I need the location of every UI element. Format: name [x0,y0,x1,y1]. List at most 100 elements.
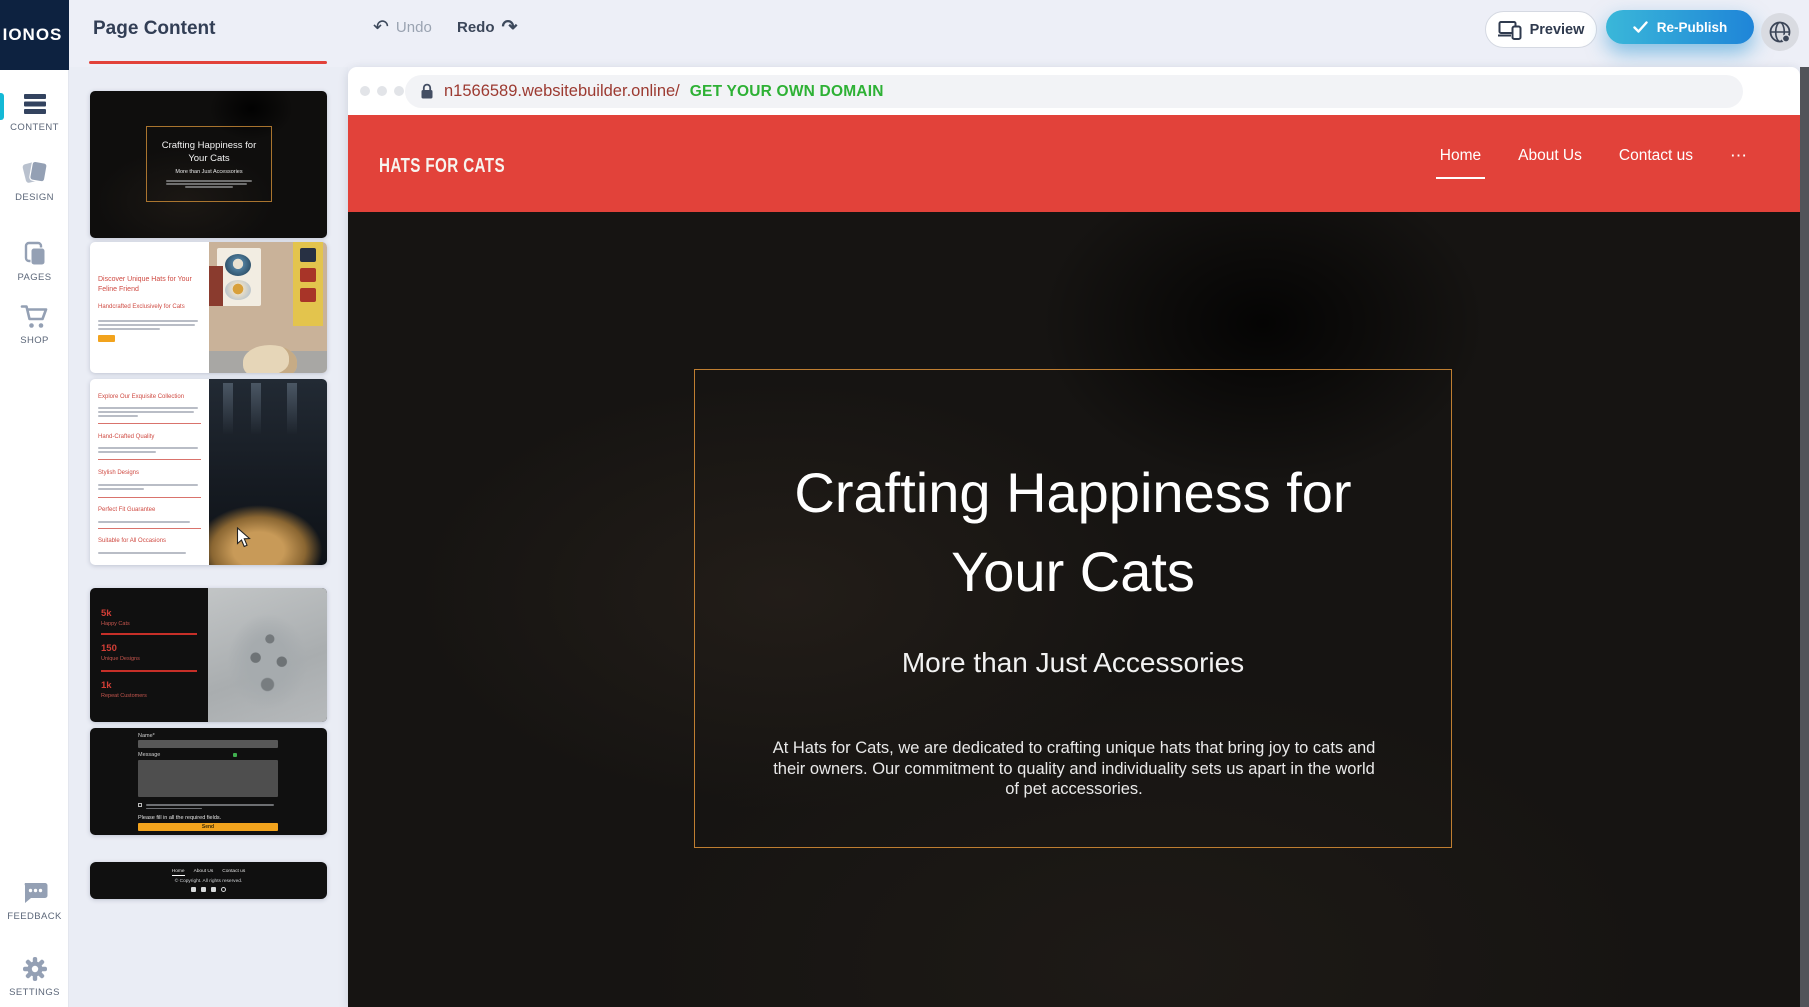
sidebar-item-feedback[interactable]: FEEDBACK [0,879,69,922]
footer-thumb-nav: Home About Us Contact us [90,869,327,874]
hero-thumb-title: Crafting Happiness for Your Cats [162,139,257,165]
preview-label: Preview [1530,22,1585,38]
form-consent-text-lines [146,802,274,811]
redo-icon: ↷ [502,18,518,37]
content-icon [21,90,49,118]
stat-label: Happy Cats [101,621,130,627]
preview-button[interactable]: Preview [1485,11,1597,48]
form-required-note: Please fill in all the required fields. [138,815,221,821]
sidebar-item-label: CONTENT [0,122,69,133]
gear-icon [21,955,49,983]
sidebar-item-pages[interactable]: PAGES [0,240,69,283]
website-builder-app: IONOS CONTENT DESIGN PAGES [0,0,1809,1007]
stat-value: 5k [101,608,112,619]
site-logo[interactable]: HATS FOR CATS [379,155,505,178]
site-header: HATS FOR CATS Home About Us Contact us ⋯ [348,115,1800,212]
feature-thumb-button [98,335,115,342]
photo-bowl [225,254,251,276]
form-name-label: Name* [138,733,155,739]
section-thumb-footer[interactable]: Home About Us Contact us © Copyright. Al… [90,862,327,899]
photo-sign [293,242,323,326]
page-content-panel: Page Content Crafting Happiness for Your… [69,0,348,1007]
hero-selected-block[interactable]: Crafting Happiness for Your Cats More th… [694,369,1452,848]
sidebar-item-design[interactable]: DESIGN [0,156,69,203]
section-thumb-stats[interactable]: 5k Happy Cats 150 Unique Designs 1k Repe… [90,588,327,722]
text-lines [98,519,198,525]
republish-button[interactable]: Re-Publish [1606,10,1754,44]
browser-chrome-bar: n1566589.websitebuilder.online/ GET YOUR… [348,67,1800,115]
section-thumb-feature[interactable]: Discover Unique Hats for Your Feline Fri… [90,242,327,373]
stat-value: 150 [101,643,117,654]
sidebar-item-label: SETTINGS [0,987,69,998]
form-thumb-content: Name* Message Please fill in all the req… [138,728,278,835]
language-globe-button[interactable] [1761,13,1799,51]
hero-body-text: At Hats for Cats, we are dedicated to cr… [765,738,1383,800]
sidebar-item-label: SHOP [0,335,69,346]
emoji-icon [233,753,237,757]
hero-title: Crafting Happiness for Your Cats [695,453,1451,611]
pawprint-photo [208,588,327,722]
collection-heading: Hand-Crafted Quality [98,434,204,440]
footer-thumb-social-icons [90,887,327,892]
divider [98,423,201,424]
collection-heading: Explore Our Exquisite Collection [98,394,204,400]
design-icon [20,156,50,188]
cart-icon [20,303,50,331]
nav-contact[interactable]: Contact us [1619,147,1693,165]
sidebar-item-label: DESIGN [0,192,69,203]
photo-reflection [287,383,297,435]
collection-heading: Stylish Designs [98,470,204,476]
address-bar[interactable]: n1566589.websitebuilder.online/ GET YOUR… [405,75,1743,108]
divider [101,670,197,672]
hero-subtitle: More than Just Accessories [695,647,1451,679]
nav-home[interactable]: Home [1440,147,1481,165]
icon-rail: IONOS CONTENT DESIGN PAGES [0,0,69,1007]
divider [101,633,197,635]
text-lines [98,550,198,556]
preview-scrollbar[interactable] [1800,67,1809,1007]
undo-button[interactable]: ↶ Undo [373,18,432,37]
undo-label: Undo [396,19,432,36]
collection-heading: Perfect Fit Guarantee [98,507,204,513]
section-thumb-collection[interactable]: Explore Our Exquisite Collection Hand-Cr… [90,379,327,565]
text-lines [98,445,198,455]
hero-thumb-text-lines [166,179,252,190]
stat-value: 1k [101,680,112,691]
speech-bubble-icon [21,879,49,907]
undo-icon: ↶ [373,18,389,37]
sidebar-item-label: PAGES [0,272,69,283]
section-thumb-form[interactable]: Name* Message Please fill in all the req… [90,728,327,835]
hero-section: Crafting Happiness for Your Cats More th… [348,212,1800,1007]
republish-label: Re-Publish [1657,20,1728,35]
panel-accent-line [89,61,327,64]
pages-icon [21,240,49,268]
site-url[interactable]: n1566589.websitebuilder.online/ [444,82,680,101]
ionos-logo-text: IONOS [3,25,63,45]
sidebar-item-settings[interactable]: SETTINGS [0,955,69,998]
panel-header: Page Content [69,0,348,67]
hero-thumb-box: Crafting Happiness for Your Cats More th… [146,126,272,202]
photo-banner [209,266,223,306]
photo-cat [243,345,297,373]
divider [98,528,201,529]
page-title: Page Content [93,18,215,40]
check-icon [1633,21,1648,33]
form-name-input [138,740,278,748]
browser-window-dots [360,86,404,96]
sidebar-item-shop[interactable]: SHOP [0,303,69,346]
hero-thumb-subtitle: More than Just Accessories [175,169,242,175]
section-thumb-hero[interactable]: Crafting Happiness for Your Cats More th… [90,91,327,238]
get-domain-link[interactable]: GET YOUR OWN DOMAIN [690,83,884,101]
sidebar-item-content[interactable]: CONTENT [0,90,69,133]
redo-button[interactable]: Redo ↷ [457,18,517,37]
nav-about[interactable]: About Us [1518,147,1582,165]
site-nav: Home About Us Contact us ⋯ [1440,146,1748,166]
nav-more-button[interactable]: ⋯ [1730,146,1748,166]
text-lines [98,482,198,492]
photo-bowl [225,280,251,300]
site-preview: n1566589.websitebuilder.online/ GET YOUR… [348,67,1800,1007]
stat-label: Repeat Customers [101,693,147,699]
ionos-logo[interactable]: IONOS [0,0,69,70]
divider [98,497,201,498]
sidebar-item-label: FEEDBACK [0,911,69,922]
